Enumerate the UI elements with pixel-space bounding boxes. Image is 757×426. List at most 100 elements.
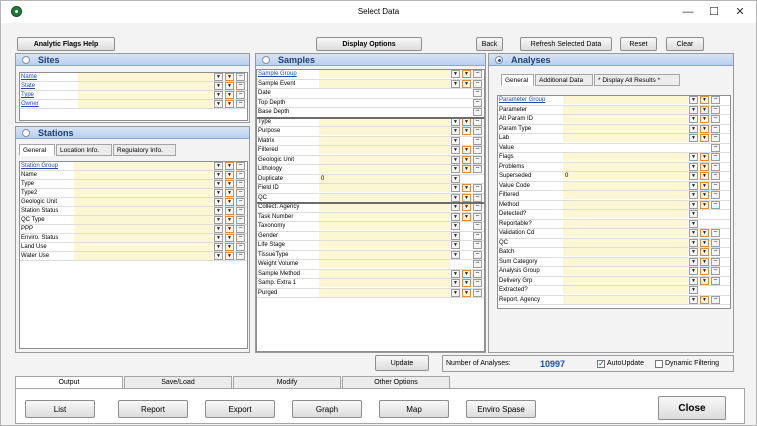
minus-icon[interactable]: – <box>473 98 482 107</box>
dynamic-filtering-checkbox[interactable] <box>655 360 663 368</box>
filter-dropdown-icon[interactable]: ▼ <box>700 248 709 256</box>
samples-row-label[interactable]: Sample Group <box>258 70 320 79</box>
dropdown-arrow-icon[interactable]: ▼ <box>451 155 460 164</box>
filter-dropdown-icon[interactable]: ▼ <box>462 203 471 211</box>
filter-dropdown-icon[interactable]: ▼ <box>225 225 234 233</box>
dropdown-arrow-icon[interactable]: ▼ <box>689 162 698 171</box>
update-button[interactable]: Update <box>375 355 429 371</box>
sites-row-value-field[interactable] <box>78 100 213 108</box>
filter-dropdown-icon[interactable]: ▼ <box>462 117 471 126</box>
dropdown-arrow-icon[interactable]: ▼ <box>451 193 460 202</box>
dropdown-arrow-icon[interactable]: ▼ <box>451 79 460 88</box>
analyses-row-value-field[interactable]: 0 <box>563 172 688 180</box>
report-button[interactable]: Report <box>118 400 188 418</box>
analyses-row-value-field[interactable] <box>563 286 688 294</box>
close-button[interactable]: Close <box>658 396 726 420</box>
analyses-row-value-field[interactable] <box>563 219 688 228</box>
map-button[interactable]: Map <box>379 400 449 418</box>
dropdown-arrow-icon[interactable]: ▼ <box>689 124 698 133</box>
filter-dropdown-icon[interactable]: ▼ <box>462 127 471 135</box>
filter-dropdown-icon[interactable]: ▼ <box>700 153 709 161</box>
dropdown-arrow-icon[interactable]: ▼ <box>451 250 460 259</box>
minus-icon[interactable]: – <box>711 172 720 180</box>
minus-icon[interactable]: – <box>473 155 482 164</box>
filter-dropdown-icon[interactable]: ▼ <box>225 73 234 81</box>
minus-icon[interactable]: – <box>473 117 482 126</box>
analyses-row-value-field[interactable] <box>563 115 688 123</box>
filter-dropdown-icon[interactable]: ▼ <box>225 198 234 206</box>
minus-icon[interactable]: – <box>473 165 482 173</box>
filter-dropdown-icon[interactable]: ▼ <box>225 252 234 260</box>
list-button[interactable]: List <box>25 400 95 418</box>
autoupdate-checkbox[interactable] <box>597 359 605 368</box>
filter-dropdown-icon[interactable]: ▼ <box>225 180 234 188</box>
minus-icon[interactable]: – <box>711 134 720 142</box>
filter-dropdown-icon[interactable]: ▼ <box>462 146 471 154</box>
dropdown-arrow-icon[interactable]: ▼ <box>689 172 698 180</box>
filter-dropdown-icon[interactable]: ▼ <box>225 216 234 224</box>
filter-dropdown-icon[interactable]: ▼ <box>700 124 709 133</box>
close-window-button[interactable]: ✕ <box>729 4 751 20</box>
minus-icon[interactable]: – <box>711 295 720 304</box>
filter-dropdown-icon[interactable]: ▼ <box>700 257 709 266</box>
minus-icon[interactable]: – <box>711 267 720 275</box>
minus-icon[interactable]: – <box>236 73 245 81</box>
analyses-row-value-field[interactable] <box>563 124 688 133</box>
samples-row-value-field[interactable] <box>319 98 450 107</box>
samples-row-value-field[interactable] <box>319 70 450 78</box>
filter-dropdown-icon[interactable]: ▼ <box>462 193 471 202</box>
minus-icon[interactable]: – <box>473 222 482 230</box>
minus-icon[interactable]: – <box>473 184 482 192</box>
analyses-row-value-field[interactable] <box>563 134 688 142</box>
samples-row-value-field[interactable] <box>319 241 450 249</box>
minus-icon[interactable]: – <box>473 279 482 287</box>
analyses-row-value-field[interactable] <box>563 295 688 304</box>
dropdown-arrow-icon[interactable]: ▼ <box>214 216 223 224</box>
minus-icon[interactable]: – <box>473 269 482 278</box>
dropdown-arrow-icon[interactable]: ▼ <box>689 219 698 228</box>
minus-icon[interactable]: – <box>236 243 245 251</box>
stations-row-value-field[interactable] <box>74 162 213 170</box>
sites-row-label[interactable]: Name <box>21 73 79 82</box>
sites-row-label[interactable]: Type <box>21 91 79 100</box>
minus-icon[interactable]: – <box>473 146 482 154</box>
minus-icon[interactable]: – <box>711 191 720 199</box>
samples-row-value-field[interactable] <box>319 212 450 221</box>
minus-icon[interactable]: – <box>711 200 720 209</box>
dropdown-arrow-icon[interactable]: ▼ <box>689 181 698 190</box>
tab-stations-regulatory-info[interactable]: Regulatory Info. <box>113 144 176 156</box>
minus-icon[interactable]: – <box>711 229 720 237</box>
dropdown-arrow-icon[interactable]: ▼ <box>451 184 460 192</box>
stations-row-value-field[interactable] <box>74 252 213 260</box>
dropdown-arrow-icon[interactable]: ▼ <box>214 171 223 179</box>
minimize-button[interactable]: — <box>677 4 699 20</box>
filter-dropdown-icon[interactable]: ▼ <box>700 267 709 275</box>
stations-row-value-field[interactable] <box>74 171 213 179</box>
back-button[interactable]: Back <box>476 37 503 51</box>
filter-dropdown-icon[interactable]: ▼ <box>462 184 471 192</box>
samples-row-value-field[interactable] <box>319 222 450 230</box>
sites-row-value-field[interactable] <box>78 82 213 90</box>
dropdown-arrow-icon[interactable]: ▼ <box>451 241 460 249</box>
sites-row-label[interactable]: State <box>21 82 79 91</box>
analyses-row-value-field[interactable] <box>563 181 688 190</box>
analyses-row-value-field[interactable] <box>563 143 688 152</box>
dropdown-arrow-icon[interactable]: ▼ <box>451 146 460 154</box>
enviro-spase-button[interactable]: Enviro Spase <box>466 400 536 418</box>
minus-icon[interactable]: – <box>236 216 245 224</box>
dropdown-arrow-icon[interactable]: ▼ <box>689 191 698 199</box>
analyses-row-value-field[interactable] <box>563 210 688 218</box>
minus-icon[interactable]: – <box>711 248 720 256</box>
minus-icon[interactable]: – <box>711 276 720 285</box>
filter-dropdown-icon[interactable]: ▼ <box>700 115 709 123</box>
tab-stations-location-info[interactable]: Location Info. <box>56 144 112 156</box>
analyses-row-value-field[interactable] <box>563 229 688 237</box>
samples-row-value-field[interactable]: 0 <box>319 174 450 183</box>
dropdown-arrow-icon[interactable]: ▼ <box>451 70 460 78</box>
stations-row-value-field[interactable] <box>74 207 213 215</box>
dropdown-arrow-icon[interactable]: ▼ <box>689 134 698 142</box>
dropdown-arrow-icon[interactable]: ▼ <box>451 174 460 183</box>
analyses-row-value-field[interactable] <box>563 267 688 275</box>
stations-row-value-field[interactable] <box>74 198 213 206</box>
dropdown-arrow-icon[interactable]: ▼ <box>214 82 223 90</box>
